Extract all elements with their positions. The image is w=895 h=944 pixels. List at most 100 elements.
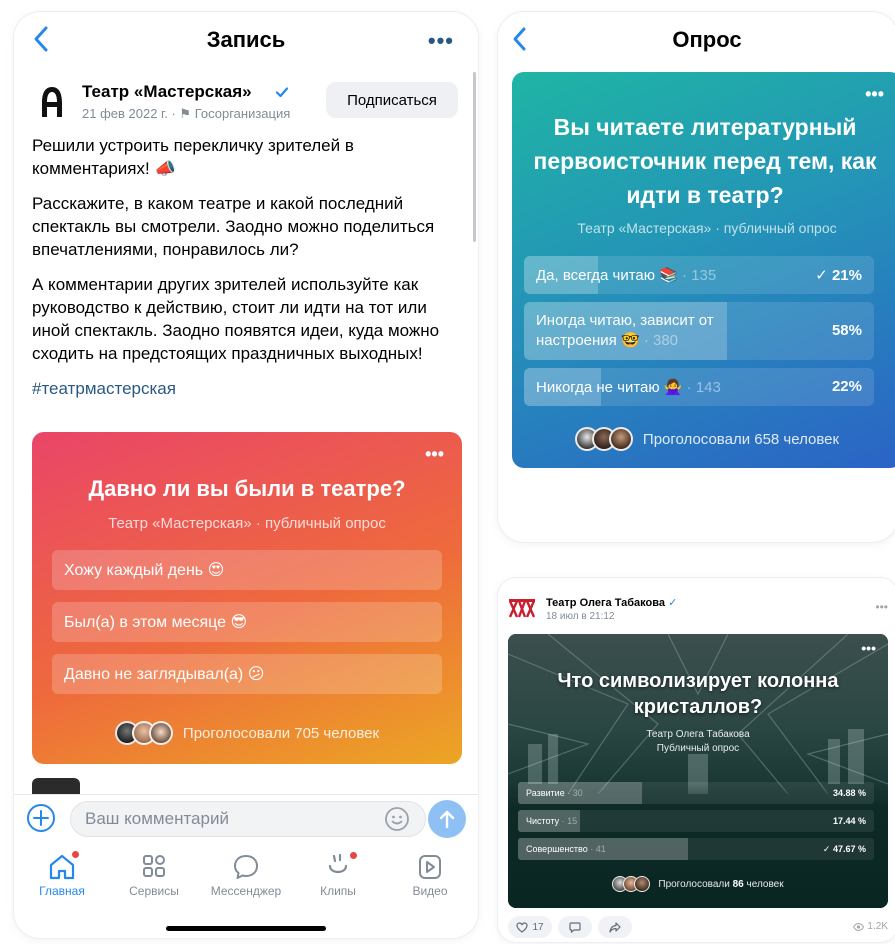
- tab-messenger[interactable]: Мессенджер: [200, 848, 292, 908]
- poll-option[interactable]: Был(а) в этом месяце 😎: [52, 602, 442, 642]
- post-screen: Запись ••• Театр «Мастерская» 21 фев 202…: [14, 12, 478, 938]
- poll-option-label: Да, всегда читаю 📚: [536, 267, 678, 284]
- poll-option[interactable]: Давно не заглядывал(а) 😕: [52, 654, 442, 694]
- like-count: 17: [532, 921, 544, 933]
- post-body: Решили устроить перекличку зрителей в ко…: [32, 134, 452, 412]
- page-title: Запись: [206, 27, 286, 52]
- poll-option-count: · 380: [643, 332, 679, 349]
- page-title: Опрос: [672, 27, 742, 52]
- tab-bar: Главная Сервисы Мессенджер Клипы Видео: [14, 848, 478, 908]
- hashtag-link[interactable]: #театрмастерская: [32, 377, 452, 400]
- tab-label: Сервисы: [129, 884, 179, 898]
- poll-option-label: Развитие: [526, 788, 565, 798]
- poll-option-label: Совершенство: [526, 844, 588, 854]
- poll-subtitle-line: Театр Олега Табакова: [646, 729, 750, 740]
- comment-input[interactable]: Ваш комментарий: [70, 801, 426, 837]
- poll-percent-value: 22%: [831, 378, 862, 395]
- poll-card: ••• Давно ли вы были в театре? Театр «Ма…: [32, 432, 462, 764]
- org-label: Госорганизация: [194, 106, 291, 121]
- comment-button[interactable]: [558, 916, 592, 938]
- author-name[interactable]: Театр Олега Табакова ✓: [546, 596, 677, 609]
- home-indicator: [166, 926, 326, 931]
- post-date: 21 фев 2022 г.: [82, 106, 168, 121]
- tab-video[interactable]: Видео: [384, 848, 476, 908]
- poll-voters-text[interactable]: Проголосовали 86 человек: [658, 879, 783, 890]
- check-icon: ✓: [815, 267, 832, 284]
- eye-icon: [853, 922, 865, 931]
- voters-prefix: Проголосовали: [658, 878, 730, 890]
- poll-option[interactable]: Совершенство · 41 ✓ 47.67 %: [518, 838, 874, 860]
- poll-more-button[interactable]: •••: [865, 84, 884, 105]
- comment-icon: [569, 921, 581, 933]
- voters-count: 86: [732, 878, 744, 890]
- arrow-up-icon: [439, 810, 455, 829]
- poll-subtitle: Театр «Мастерская» · публичный опрос: [108, 515, 386, 532]
- theatre-logo-icon: [42, 87, 62, 117]
- poll-option[interactable]: Развитие · 30 34.88 %: [518, 782, 874, 804]
- emoji-icon[interactable]: [384, 806, 410, 832]
- voter-avatars: [574, 427, 633, 451]
- poll-option-count: · 41: [590, 844, 606, 854]
- post-paragraph: Решили устроить перекличку зрителей в ко…: [32, 136, 354, 178]
- poll-voters-text[interactable]: Проголосовали 705 человек: [183, 725, 379, 742]
- poll-option-percent: ✓ 47.67 %: [823, 844, 866, 855]
- poll-voters-text[interactable]: Проголосовали 658 человек: [643, 431, 839, 448]
- feed-post-card: Театр Олега Табакова ✓ 18 июл в 21:12 ••…: [498, 578, 895, 942]
- send-button[interactable]: [428, 800, 466, 838]
- tab-label: Главная: [39, 884, 85, 898]
- scrollbar[interactable]: [473, 72, 476, 242]
- poll-option-label: Никогда не читаю 🙅‍♀️: [536, 379, 683, 396]
- heart-icon: [516, 921, 529, 933]
- more-options-button[interactable]: •••: [875, 600, 888, 614]
- poll-option[interactable]: Да, всегда читаю 📚 · 135 ✓ 21%: [524, 256, 874, 294]
- avatar: [634, 876, 651, 892]
- poll-option[interactable]: Чистоту · 15 17.44 %: [518, 810, 874, 832]
- poll-option-text: Развитие · 30: [526, 788, 583, 798]
- poll-percent-value: 17.44 %: [832, 816, 866, 826]
- poll-question: Что символизирует колонна кристаллов?: [557, 670, 839, 718]
- tab-home[interactable]: Главная: [16, 848, 108, 908]
- author-name-text: Театр Олега Табакова: [546, 597, 665, 609]
- voters-suffix: человек: [746, 878, 784, 890]
- poll-more-button[interactable]: •••: [861, 640, 876, 656]
- back-arrow-icon[interactable]: [28, 22, 56, 56]
- poll-option[interactable]: Никогда не читаю 🙅‍♀️ · 143 22%: [524, 368, 874, 406]
- share-icon: [609, 921, 621, 933]
- verified-icon: [275, 87, 289, 98]
- post-meta: 21 фев 2022 г. · ⚑ Госорганизация: [82, 106, 290, 122]
- poll-option-label: Иногда читаю, зависит от настроения 🤓: [536, 312, 714, 349]
- poll-subtitle: Театр «Мастерская» · публичный опрос: [577, 220, 837, 236]
- poll-option-text: Чистоту · 15: [526, 816, 577, 826]
- poll-voters: Проголосовали 658 человек: [512, 426, 895, 452]
- like-button[interactable]: 17: [508, 916, 552, 938]
- avatar: [148, 721, 173, 745]
- poll-card: ••• Что символизирует колонна кристаллов…: [508, 634, 888, 908]
- poll-option-count: · 143: [686, 379, 721, 396]
- poll-option[interactable]: Хожу каждый день 😍: [52, 550, 442, 590]
- poll-screen: Опрос ••• Вы читаете литературный первои…: [498, 12, 895, 542]
- poll-option[interactable]: Иногда читаю, зависит от настроения 🤓 · …: [524, 302, 874, 360]
- verified-icon: ✓: [668, 597, 678, 609]
- poll-option-label: Чистоту: [526, 816, 560, 826]
- more-options-button[interactable]: •••: [428, 28, 454, 54]
- poll-card: ••• Вы читаете литературный первоисточни…: [512, 72, 895, 468]
- notification-dot: [350, 852, 357, 859]
- poll-option-percent: ✓ 21%: [815, 266, 862, 284]
- theatre-logo-icon[interactable]: [508, 598, 536, 620]
- poll-question: Давно ли вы были в театре?: [88, 476, 406, 501]
- share-button[interactable]: [598, 916, 632, 938]
- poll-percent-value: 47.67 %: [832, 844, 866, 854]
- post-paragraph: А комментарии других зрителей используйт…: [32, 275, 440, 363]
- author-avatar[interactable]: [32, 82, 72, 122]
- poll-more-button[interactable]: •••: [425, 444, 444, 465]
- author-name[interactable]: Театр «Мастерская»: [82, 82, 252, 102]
- poll-voters: Проголосовали 705 человек: [32, 720, 462, 746]
- subscribe-button[interactable]: Подписаться: [326, 82, 458, 118]
- services-icon: [143, 855, 165, 877]
- poll-option-count: · 15: [561, 816, 578, 826]
- tab-services[interactable]: Сервисы: [108, 848, 200, 908]
- tab-clips[interactable]: Клипы: [292, 848, 384, 908]
- nav-bar: Запись •••: [14, 12, 478, 68]
- add-attachment-icon[interactable]: [26, 803, 56, 833]
- check-icon: ✓: [822, 844, 833, 854]
